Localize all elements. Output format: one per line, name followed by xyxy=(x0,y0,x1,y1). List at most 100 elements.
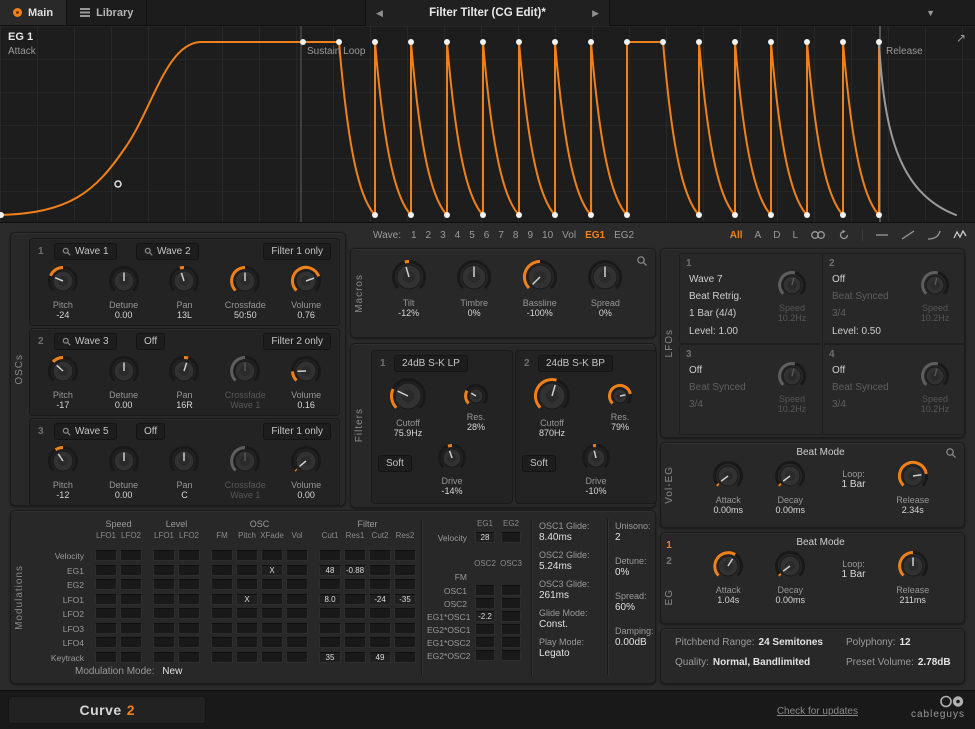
cableguys-logo[interactable]: cableguys xyxy=(911,695,965,720)
lfo3-mode-select[interactable]: Beat Synced xyxy=(689,382,746,393)
mod-cell[interactable] xyxy=(394,652,416,663)
envelope-point[interactable] xyxy=(300,39,306,45)
mod-cell[interactable] xyxy=(153,623,175,634)
envelope-point[interactable] xyxy=(408,39,414,45)
mod-cell[interactable] xyxy=(95,623,117,634)
mod-cell[interactable] xyxy=(178,608,200,619)
envelope-point[interactable] xyxy=(588,212,594,218)
eg-loop-select[interactable]: Loop: 1 Bar xyxy=(842,559,866,580)
res-knob[interactable]: Res.79% xyxy=(592,383,648,433)
envelope-point[interactable] xyxy=(624,212,630,218)
random-tool-icon[interactable] xyxy=(953,230,967,240)
lfo1-level[interactable]: Level: 1.00 xyxy=(689,326,738,337)
mod-cell[interactable] xyxy=(178,594,200,605)
mod-cell[interactable] xyxy=(261,652,283,663)
tab-main[interactable]: Main xyxy=(0,0,67,25)
damping[interactable]: Damping:0.00dB xyxy=(615,626,659,649)
osc1-wave-a-select[interactable]: Wave 1 xyxy=(54,243,117,260)
mod-cell[interactable] xyxy=(236,565,258,576)
envelope-point[interactable] xyxy=(480,212,486,218)
pitch-knob[interactable]: Pitch-12 xyxy=(35,445,91,501)
release-knob[interactable]: Release211ms xyxy=(885,550,941,606)
mod-cell[interactable] xyxy=(120,565,142,576)
check-updates-link[interactable]: Check for updates xyxy=(777,706,858,717)
decay-knob[interactable]: Decay0.00ms xyxy=(762,460,818,516)
mod-cell[interactable]: 35 xyxy=(319,652,341,663)
mod-cell[interactable] xyxy=(95,652,117,663)
envelope-point[interactable] xyxy=(732,39,738,45)
mod-cell[interactable] xyxy=(369,550,391,561)
envelope-point[interactable] xyxy=(696,212,702,218)
filter2-type-select[interactable]: 24dB S-K BP xyxy=(538,355,613,372)
mod-cell[interactable] xyxy=(501,624,521,635)
mod-cell[interactable] xyxy=(344,623,366,634)
envelope-point[interactable] xyxy=(516,212,522,218)
mod-cell[interactable] xyxy=(344,608,366,619)
mod-cell[interactable] xyxy=(475,637,495,648)
mod-cell[interactable] xyxy=(261,594,283,605)
mod-cell[interactable]: X xyxy=(261,565,283,576)
mod-cell[interactable] xyxy=(501,650,521,661)
pan-knob[interactable]: Pan16R xyxy=(156,355,212,411)
pitchbend-range-setting[interactable]: Pitchbend Range:24 Semitones xyxy=(675,637,840,648)
detune-knob[interactable]: Detune0.00 xyxy=(96,445,152,501)
mod-cell[interactable] xyxy=(120,579,142,590)
envelope-point[interactable] xyxy=(840,39,846,45)
pitch-knob[interactable]: Pitch-24 xyxy=(35,265,91,321)
mod-cell[interactable] xyxy=(286,637,308,648)
mod-cell[interactable] xyxy=(319,579,341,590)
speed-knob[interactable]: Speed10.2Hz xyxy=(907,361,963,415)
ramp-tool-icon[interactable] xyxy=(901,230,915,240)
mod-cell[interactable] xyxy=(394,608,416,619)
mod-cell[interactable] xyxy=(475,585,495,596)
mod-cell[interactable] xyxy=(501,532,521,543)
mod-cell[interactable] xyxy=(501,637,521,648)
mod-cell[interactable] xyxy=(178,550,200,561)
mod-cell[interactable] xyxy=(211,594,233,605)
mod-cell[interactable] xyxy=(261,550,283,561)
mod-cell[interactable] xyxy=(120,637,142,648)
osc2-wave-b-select[interactable]: Off xyxy=(136,333,165,350)
envelope-point[interactable] xyxy=(0,212,4,218)
envelope-point[interactable] xyxy=(804,39,810,45)
quality-setting[interactable]: Quality:Normal, Bandlimited xyxy=(675,657,840,668)
tilt-knob[interactable]: Tilt-12% xyxy=(381,259,437,319)
osc2-wave-a-select[interactable]: Wave 3 xyxy=(54,333,117,350)
mod-cell[interactable] xyxy=(95,579,117,590)
env-target-l[interactable]: L xyxy=(792,230,798,241)
envelope-point[interactable] xyxy=(480,39,486,45)
osc2-glide[interactable]: OSC2 Glide:5.24ms xyxy=(539,550,601,573)
mod-cell[interactable] xyxy=(178,652,200,663)
pan-knob[interactable]: PanC xyxy=(156,445,212,501)
loop-icon[interactable] xyxy=(810,230,826,240)
mod-cell[interactable] xyxy=(95,565,117,576)
osc3-glide[interactable]: OSC3 Glide:261ms xyxy=(539,579,601,602)
lfo1-wave-select[interactable]: Wave 7 xyxy=(689,274,723,285)
env-target-d[interactable]: D xyxy=(773,230,780,241)
mod-cell[interactable] xyxy=(319,623,341,634)
mod-cell[interactable]: X xyxy=(236,594,258,605)
line-tool-icon[interactable] xyxy=(875,230,889,240)
envelope-editor[interactable]: EG 1 Attack Sustain Loop Release ↗ xyxy=(0,26,975,223)
envelope-point[interactable] xyxy=(444,212,450,218)
modulation-mode-select[interactable]: New xyxy=(162,666,182,677)
spread-knob[interactable]: Spread0% xyxy=(577,259,633,319)
speed-knob[interactable]: Speed10.2Hz xyxy=(907,270,963,324)
envelope-point[interactable] xyxy=(552,212,558,218)
mod-cell[interactable]: -24 xyxy=(369,594,391,605)
mod-cell[interactable] xyxy=(369,608,391,619)
mod-cell[interactable] xyxy=(95,594,117,605)
mod-cell[interactable] xyxy=(236,652,258,663)
mod-cell[interactable] xyxy=(178,565,200,576)
wave-item-vol[interactable]: Vol xyxy=(562,230,576,241)
lfo1-rate-select[interactable]: 1 Bar (4/4) xyxy=(689,308,736,319)
mod-cell[interactable]: 48 xyxy=(319,565,341,576)
mod-cell[interactable] xyxy=(120,652,142,663)
mod-cell[interactable] xyxy=(211,579,233,590)
cutoff-knob[interactable]: Cutoff75.9Hz xyxy=(380,377,436,439)
osc2-filter-routing-select[interactable]: Filter 2 only xyxy=(263,333,331,350)
wave-item-3[interactable]: 3 xyxy=(440,230,446,241)
glide-mode[interactable]: Glide Mode:Const. xyxy=(539,608,601,631)
mod-cell[interactable] xyxy=(286,565,308,576)
mod-cell[interactable] xyxy=(394,565,416,576)
